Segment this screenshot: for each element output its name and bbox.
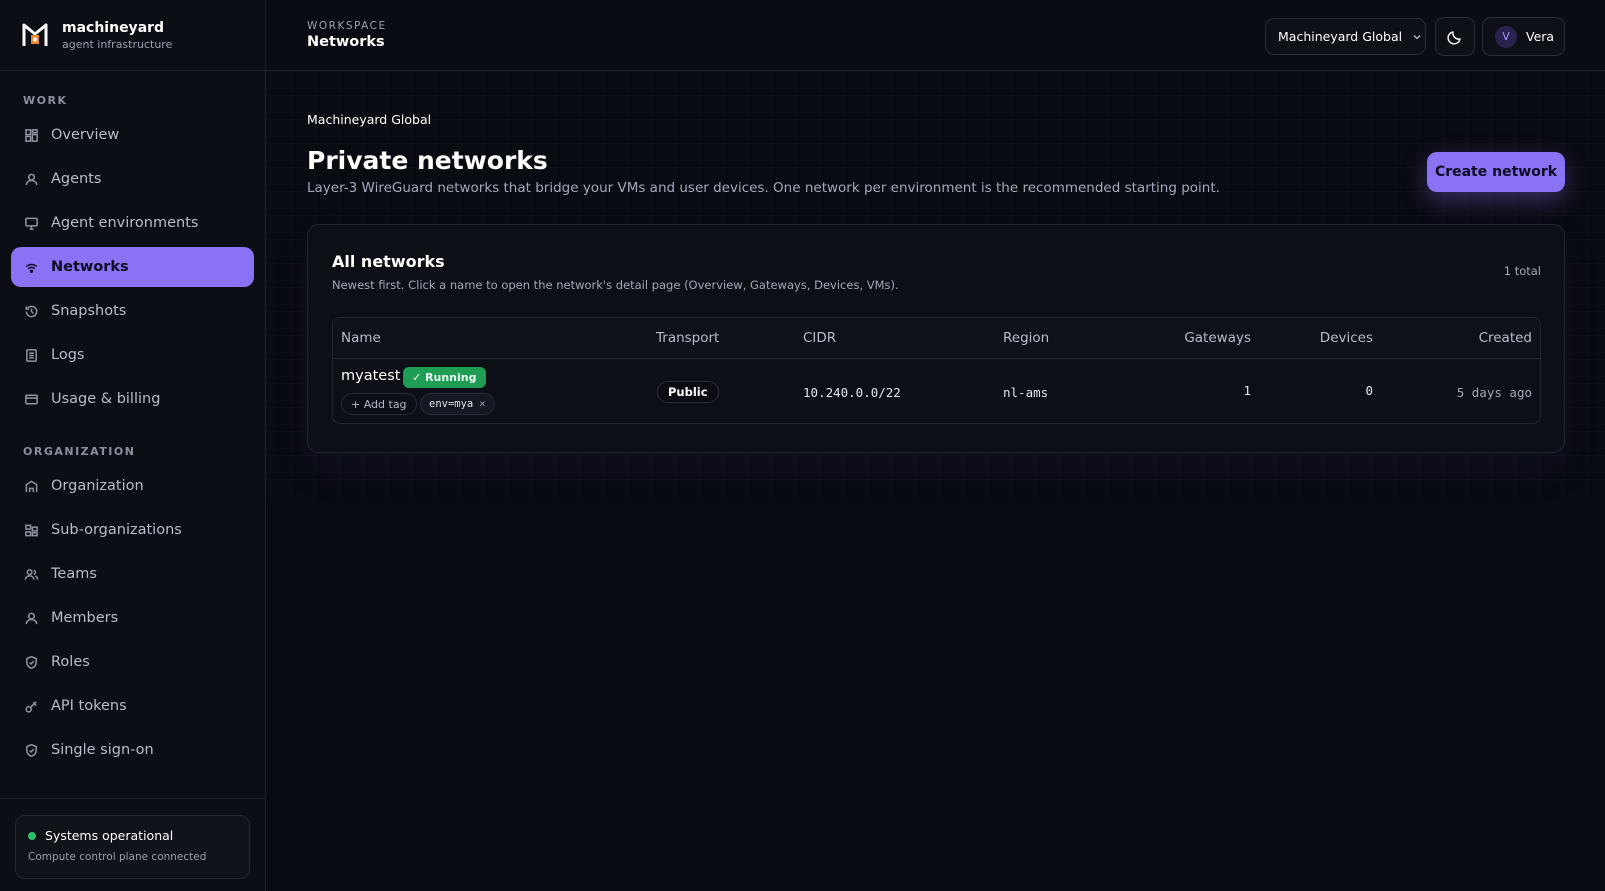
column-header-created[interactable]: Created — [1479, 330, 1532, 346]
column-header-gateways[interactable]: Gateways — [1184, 330, 1251, 346]
theme-toggle-button[interactable] — [1435, 17, 1475, 56]
sidebar-item-usage-billing[interactable]: Usage & billing — [11, 379, 254, 419]
sidebar-item-roles[interactable]: Roles — [11, 642, 254, 682]
sidebar-item-label: Agents — [51, 171, 102, 187]
user-icon — [23, 171, 39, 187]
page-title: Private networks — [307, 146, 548, 175]
sidebar-divider — [0, 798, 266, 799]
sidebar-item-label: Members — [51, 610, 119, 626]
networks-card: All networks Newest first. Click a name … — [307, 224, 1565, 453]
create-network-button[interactable]: Create network — [1427, 152, 1565, 192]
history-icon — [23, 303, 39, 319]
sidebar-item-api-tokens[interactable]: API tokens — [11, 686, 254, 726]
column-header-cidr[interactable]: CIDR — [803, 330, 836, 346]
work-section-label: WORK — [23, 94, 68, 107]
sidebar-item-agents[interactable]: Agents — [11, 159, 254, 199]
sidebar-item-label: Networks — [51, 259, 129, 275]
created-value: 5 days ago — [1456, 385, 1532, 400]
cidr-value: 10.240.0.0/22 — [803, 385, 901, 400]
users-icon — [23, 566, 39, 582]
column-header-devices[interactable]: Devices — [1320, 330, 1373, 346]
sidebar-item-label: Organization — [51, 478, 144, 494]
card-subtitle: Newest first. Click a name to open the n… — [332, 278, 899, 292]
moon-icon — [1447, 30, 1461, 45]
sidebar-item-logs[interactable]: Logs — [11, 335, 254, 375]
gateways-value: 1 — [1243, 383, 1251, 398]
sidebar-item-label: Teams — [51, 566, 97, 582]
tag-chip: env=mya × — [420, 393, 495, 415]
remove-tag-icon[interactable]: × — [479, 398, 485, 410]
system-status-card: Systems operational Compute control plan… — [15, 815, 250, 879]
sidebar-item-overview[interactable]: Overview — [11, 115, 254, 155]
building-icon — [23, 478, 39, 494]
card-title: All networks — [332, 252, 445, 271]
shield-icon — [23, 654, 39, 670]
wifi-icon — [23, 259, 39, 275]
total-count: 1 total — [1503, 264, 1541, 278]
grid-icon — [23, 127, 39, 143]
page-description: Layer-3 WireGuard networks that bridge y… — [307, 180, 1220, 196]
status-subtitle: Compute control plane connected — [28, 851, 207, 863]
breadcrumb-section: WORKSPACE — [307, 20, 387, 32]
tag-label: env=mya — [429, 398, 474, 410]
sidebar-item-label: Single sign-on — [51, 742, 154, 758]
organization-section-label: ORGANIZATION — [23, 445, 136, 458]
card-icon — [23, 391, 39, 407]
sidebar-item-agent-environments[interactable]: Agent environments — [11, 203, 254, 243]
sidebar-item-label: Logs — [51, 347, 85, 363]
sidebar-item-teams[interactable]: Teams — [11, 554, 254, 594]
organization-select-value: Machineyard Global — [1278, 29, 1403, 44]
sidebar-item-label: Snapshots — [51, 303, 127, 319]
sidebar-item-label: API tokens — [51, 698, 127, 714]
sidebar-item-snapshots[interactable]: Snapshots — [11, 291, 254, 331]
sidebar-item-label: Overview — [51, 127, 120, 143]
networks-table: Name Transport CIDR Region Gateways Devi… — [332, 317, 1541, 424]
organization-select[interactable]: Machineyard Global — [1265, 18, 1426, 55]
add-tag-button[interactable]: + Add tag — [341, 393, 417, 415]
sidebar: machineyard agent infrastructure WORK Ov… — [0, 0, 266, 891]
sidebar-item-label: Agent environments — [51, 215, 199, 231]
breadcrumb-title: Networks — [307, 34, 385, 50]
sidebar-item-sub-organizations[interactable]: Sub-organizations — [11, 510, 254, 550]
sidebar-item-label: Sub-organizations — [51, 522, 182, 538]
column-header-name[interactable]: Name — [341, 330, 381, 346]
monitor-icon — [23, 215, 39, 231]
sidebar-item-members[interactable]: Members — [11, 598, 254, 638]
chevron-down-icon — [1413, 34, 1421, 39]
topbar: WORKSPACE Networks Machineyard Global V … — [266, 0, 1605, 71]
region-value: nl-ams — [1003, 385, 1049, 400]
brand-name: machineyard — [62, 19, 165, 36]
avatar: V — [1495, 25, 1517, 48]
key-icon — [23, 698, 39, 714]
sidebar-item-organization[interactable]: Organization — [11, 466, 254, 506]
brand-subtitle: agent infrastructure — [62, 37, 173, 51]
machineyard-logo-icon — [22, 23, 48, 46]
sidebar-item-label: Usage & billing — [51, 391, 161, 407]
devices-value: 0 — [1365, 383, 1373, 398]
user-name: Vera — [1526, 29, 1555, 44]
person-icon — [23, 610, 39, 626]
column-header-transport[interactable]: Transport — [656, 330, 719, 346]
status-title: Systems operational — [45, 828, 174, 843]
status-indicator-dot — [28, 831, 36, 840]
sidebar-item-single-sign-on[interactable]: Single sign-on — [11, 730, 254, 770]
transport-badge: Public — [657, 381, 719, 403]
organization-label: Machineyard Global — [307, 112, 432, 127]
shield-check-icon — [23, 742, 39, 758]
sidebar-item-label: Roles — [51, 654, 90, 670]
network-name-link[interactable]: myatest — [341, 368, 400, 384]
table-header: Name Transport CIDR Region Gateways Devi… — [333, 318, 1540, 359]
main-content: Machineyard Global Private networks Laye… — [266, 71, 1605, 891]
column-header-region[interactable]: Region — [1003, 330, 1049, 346]
hierarchy-icon — [23, 522, 39, 538]
status-badge: ✓ Running — [403, 367, 486, 388]
document-icon — [23, 347, 39, 363]
user-menu-button[interactable]: V Vera — [1482, 17, 1565, 56]
brand[interactable]: machineyard agent infrastructure — [0, 0, 265, 71]
sidebar-item-networks[interactable]: Networks — [11, 247, 254, 287]
